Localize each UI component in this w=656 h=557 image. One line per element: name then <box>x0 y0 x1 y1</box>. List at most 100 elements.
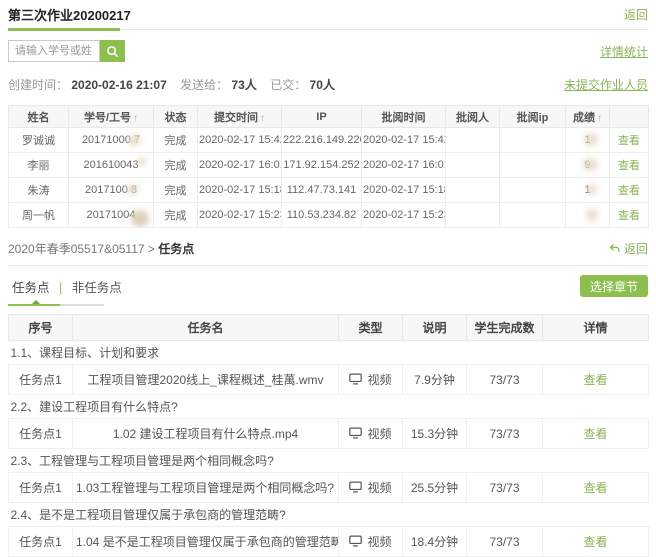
search-input[interactable] <box>8 40 100 62</box>
review-ip <box>500 128 566 153</box>
breadcrumb-row: 2020年春季05517&05117 > 任务点 返回 <box>8 240 648 266</box>
ip: 171.92.154.252 <box>282 153 362 178</box>
search-row: 详情统计 <box>8 40 648 62</box>
return-arrow-icon <box>608 242 621 255</box>
col-header-type: 类型 <box>339 315 403 341</box>
col-header-detail: 详情 <box>543 315 649 341</box>
unsubmitted-students-link[interactable]: 未提交作业人员 <box>564 76 648 93</box>
sort-asc-icon: ↑ <box>260 113 265 124</box>
view-link[interactable]: 查看 <box>618 160 640 172</box>
back-link[interactable]: 返回 <box>624 6 648 23</box>
task-seq: 任务点1 <box>9 527 73 557</box>
col-header-completed: 学生完成数 <box>467 315 543 341</box>
task-name: 1.03工程管理与工程项目管理是两个相同概念吗? .mp4 <box>73 473 339 503</box>
ip: 110.53.234.82 <box>282 203 362 228</box>
submit-time: 2020-02-17 15:18 <box>198 178 282 203</box>
student-name: 朱涛 <box>9 178 69 203</box>
submitted-value: 70人 <box>310 78 335 92</box>
view-link[interactable]: 查看 <box>583 535 607 549</box>
view-link[interactable]: 查看 <box>618 210 640 222</box>
meta-left: 创建时间： 2020-02-16 21:07 发送给： 73人 已交： 70人 <box>8 76 345 93</box>
student-id: 201610043 <box>69 153 154 178</box>
table-row: 周一帆 20171004 完成 2020-02-17 15:23 110.53.… <box>9 203 649 228</box>
page-title: 第三次作业20200217 <box>8 5 131 24</box>
task-row: 任务点1 1.04 是不是工程项目管理仅属于承包商的管理范畴.mp4 视频 18… <box>9 527 649 557</box>
section-title: 1.1、课程目标、计划和要求 <box>9 341 649 365</box>
video-monitor-icon <box>349 427 362 439</box>
col-header-student-id[interactable]: 学号/工号↑ <box>69 106 154 128</box>
task-name: 1.04 是不是工程项目管理仅属于承包商的管理范畴.mp4 <box>73 527 339 557</box>
review-ip <box>500 203 566 228</box>
sort-asc-icon: ↑ <box>597 113 602 124</box>
homework-meta: 创建时间： 2020-02-16 21:07 发送给： 73人 已交： 70人 … <box>8 76 648 93</box>
sent-to-value: 73人 <box>231 78 256 92</box>
view-link[interactable]: 查看 <box>583 481 607 495</box>
col-header-score[interactable]: 成绩↑ <box>566 106 610 128</box>
homework-header: 第三次作业20200217 返回 <box>8 0 648 24</box>
status: 完成 <box>154 128 198 153</box>
action-cell: 查看 <box>610 178 649 203</box>
created-time-value: 2020-02-16 21:07 <box>71 78 166 92</box>
task-table-header-row: 序号 任务名 类型 说明 学生完成数 详情 <box>9 315 649 341</box>
reviewer <box>446 153 500 178</box>
breadcrumb-separator: > <box>148 242 155 256</box>
task-row: 任务点1 工程项目管理2020线上_课程概述_桂萬.wmv 视频 7.9分钟 7… <box>9 365 649 395</box>
breadcrumb-course-link[interactable]: 2020年春季05517&05117 <box>8 242 145 256</box>
review-time: 2020-02-17 15:42 <box>362 128 446 153</box>
title-divider <box>8 29 648 30</box>
select-chapter-button[interactable]: 选择章节 <box>580 275 648 297</box>
tabs-row: 任务点 | 非任务点 选择章节 <box>8 275 648 306</box>
tab-non-task-points[interactable]: 非任务点 <box>72 281 122 295</box>
task-completed: 73/73 <box>467 365 543 395</box>
score: 9 <box>566 153 610 178</box>
back-link-tasks[interactable]: 返回 <box>608 240 648 257</box>
title-underline-accent <box>8 28 120 31</box>
col-header-task-name: 任务名 <box>73 315 339 341</box>
table-row: 朱涛 2017100 8 完成 2020-02-17 15:18 112.47.… <box>9 178 649 203</box>
search-box <box>8 40 125 62</box>
student-name: 罗诚诚 <box>9 128 69 153</box>
table-row: 罗诚诚 20171000 7 完成 2020-02-17 15:42 222.2… <box>9 128 649 153</box>
breadcrumb-current: 任务点 <box>158 242 194 256</box>
submit-time: 2020-02-17 16:01 <box>198 153 282 178</box>
task-completed: 73/73 <box>467 473 543 503</box>
task-name: 工程项目管理2020线上_课程概述_桂萬.wmv <box>73 365 339 395</box>
view-link[interactable]: 查看 <box>583 427 607 441</box>
score: 1 <box>566 128 610 153</box>
tab-task-points[interactable]: 任务点 <box>12 281 50 295</box>
col-header-ip: IP <box>282 106 362 128</box>
section-title: 2.4、是不是工程项目管理仅属于承包商的管理范畴? <box>9 503 649 527</box>
col-header-seq: 序号 <box>9 315 73 341</box>
section-title: 2.2、建设工程项目有什么特点? <box>9 395 649 419</box>
view-link[interactable]: 查看 <box>618 185 640 197</box>
tab-pointer-triangle <box>32 300 40 304</box>
col-header-name: 姓名 <box>9 106 69 128</box>
task-detail-cell: 查看 <box>543 365 649 395</box>
breadcrumb: 2020年春季05517&05117 > 任务点 <box>8 240 194 257</box>
review-time: 2020-02-17 16:01 <box>362 153 446 178</box>
submissions-header-row: 姓名 学号/工号↑ 状态 提交时间↑ IP 批阅时间 批阅人 批阅ip 成绩↑ <box>9 106 649 128</box>
view-link[interactable]: 查看 <box>618 135 640 147</box>
student-id: 20171000 7 <box>69 128 154 153</box>
col-header-action <box>610 106 649 128</box>
tabs: 任务点 | 非任务点 <box>8 275 122 306</box>
task-seq: 任务点1 <box>9 365 73 395</box>
reviewer <box>446 203 500 228</box>
col-header-submit-time[interactable]: 提交时间↑ <box>198 106 282 128</box>
action-cell: 查看 <box>610 203 649 228</box>
student-name: 李丽 <box>9 153 69 178</box>
status: 完成 <box>154 153 198 178</box>
page: 第三次作业20200217 返回 详情统计 创建时间： 2020-02-16 2… <box>0 0 656 557</box>
video-monitor-icon <box>349 535 362 547</box>
view-link[interactable]: 查看 <box>583 373 607 387</box>
tab-divider: | <box>59 281 62 295</box>
task-row: 任务点1 1.02 建设工程项目有什么特点.mp4 视频 15.3分钟 73/7… <box>9 419 649 449</box>
task-detail-cell: 查看 <box>543 473 649 503</box>
search-button[interactable] <box>100 40 125 62</box>
censor-blur <box>586 209 598 221</box>
task-points-table: 序号 任务名 类型 说明 学生完成数 详情 1.1、课程目标、计划和要求 任务点… <box>8 314 649 557</box>
detail-stats-link[interactable]: 详情统计 <box>600 43 648 60</box>
score <box>566 203 610 228</box>
task-name: 1.02 建设工程项目有什么特点.mp4 <box>73 419 339 449</box>
score: 1 <box>566 178 610 203</box>
